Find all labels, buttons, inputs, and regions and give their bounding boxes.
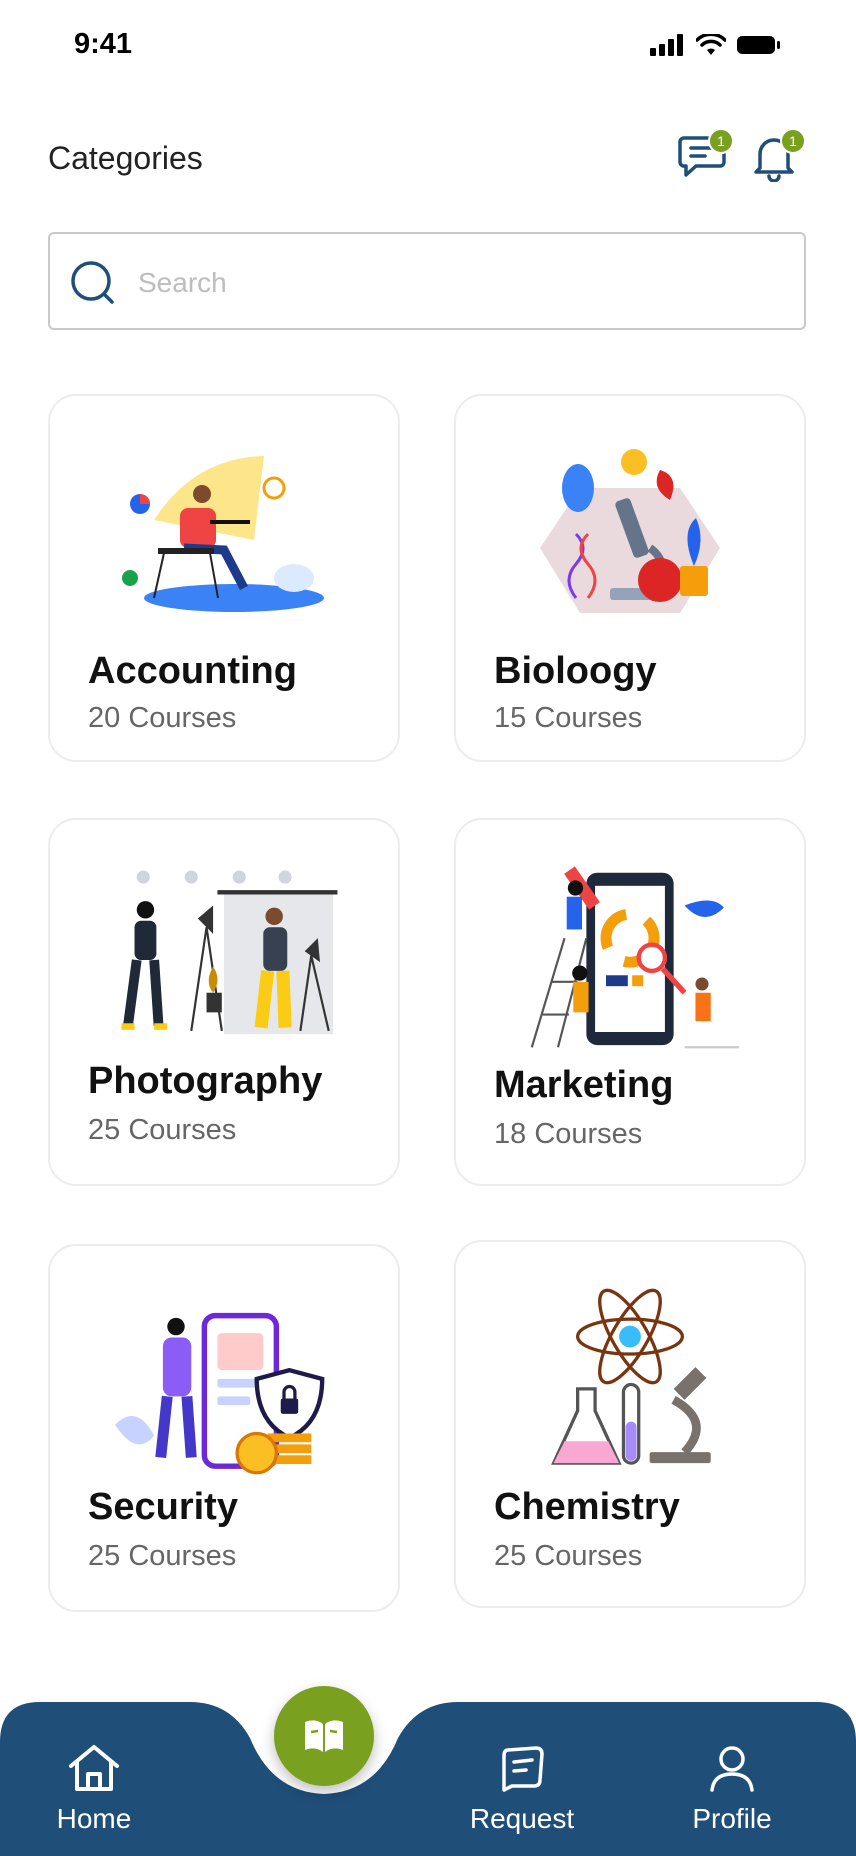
nav-request[interactable]: Request (442, 1744, 602, 1835)
category-title: Bioloogy (494, 650, 657, 692)
book-icon (305, 1720, 343, 1752)
category-count: 25 Courses (88, 1114, 237, 1146)
search-icon (71, 261, 114, 304)
category-card-accounting[interactable]: Accounting 20 Courses (48, 394, 400, 762)
user-icon (710, 1746, 754, 1792)
category-card-photography[interactable]: Photography 25 Courses (48, 818, 400, 1186)
messages-button[interactable]: 1 (678, 128, 734, 186)
category-title: Marketing (494, 1064, 674, 1106)
courses-fab-button[interactable] (274, 1686, 374, 1786)
category-count: 25 Courses (494, 1540, 643, 1572)
category-title: Security (88, 1486, 238, 1528)
chemistry-illustration (551, 1288, 711, 1465)
photography-illustration (121, 870, 338, 1035)
accounting-illustration (122, 456, 324, 612)
category-card-security[interactable]: Security 25 Courses (48, 1244, 400, 1612)
nav-profile[interactable]: Profile (652, 1744, 812, 1835)
nav-home-label: Home (56, 1803, 132, 1834)
category-count: 18 Courses (494, 1118, 643, 1150)
category-count: 15 Courses (494, 702, 643, 734)
nav-profile-label: Profile (692, 1803, 772, 1834)
status-time: 9:41 (74, 28, 133, 60)
nav-home[interactable]: Home (14, 1744, 174, 1835)
category-card-chemistry[interactable]: Chemistry 25 Courses (454, 1240, 806, 1608)
security-illustration (114, 1312, 325, 1475)
notifications-badge: 1 (780, 128, 806, 154)
category-count: 20 Courses (88, 702, 237, 734)
marketing-illustration (530, 866, 740, 1049)
notifications-button[interactable]: 1 (750, 128, 806, 186)
category-title: Chemistry (494, 1486, 680, 1528)
messages-badge: 1 (708, 128, 734, 154)
search-box[interactable] (48, 232, 806, 330)
home-icon (69, 1745, 119, 1791)
battery-icon (737, 36, 780, 54)
search-input[interactable] (136, 254, 780, 312)
category-title: Accounting (88, 650, 297, 692)
category-card-biology[interactable]: Bioloogy 15 Courses (454, 394, 806, 762)
request-icon (502, 1746, 544, 1792)
biology-illustration (540, 449, 720, 613)
category-card-marketing[interactable]: Marketing 18 Courses (454, 818, 806, 1186)
status-bar: 9:41 (0, 0, 856, 95)
signal-icon (650, 34, 683, 56)
category-count: 25 Courses (88, 1540, 237, 1572)
wifi-icon (696, 34, 726, 55)
category-title: Photography (88, 1060, 323, 1102)
nav-request-label: Request (469, 1803, 575, 1834)
page-title: Categories (48, 140, 203, 176)
